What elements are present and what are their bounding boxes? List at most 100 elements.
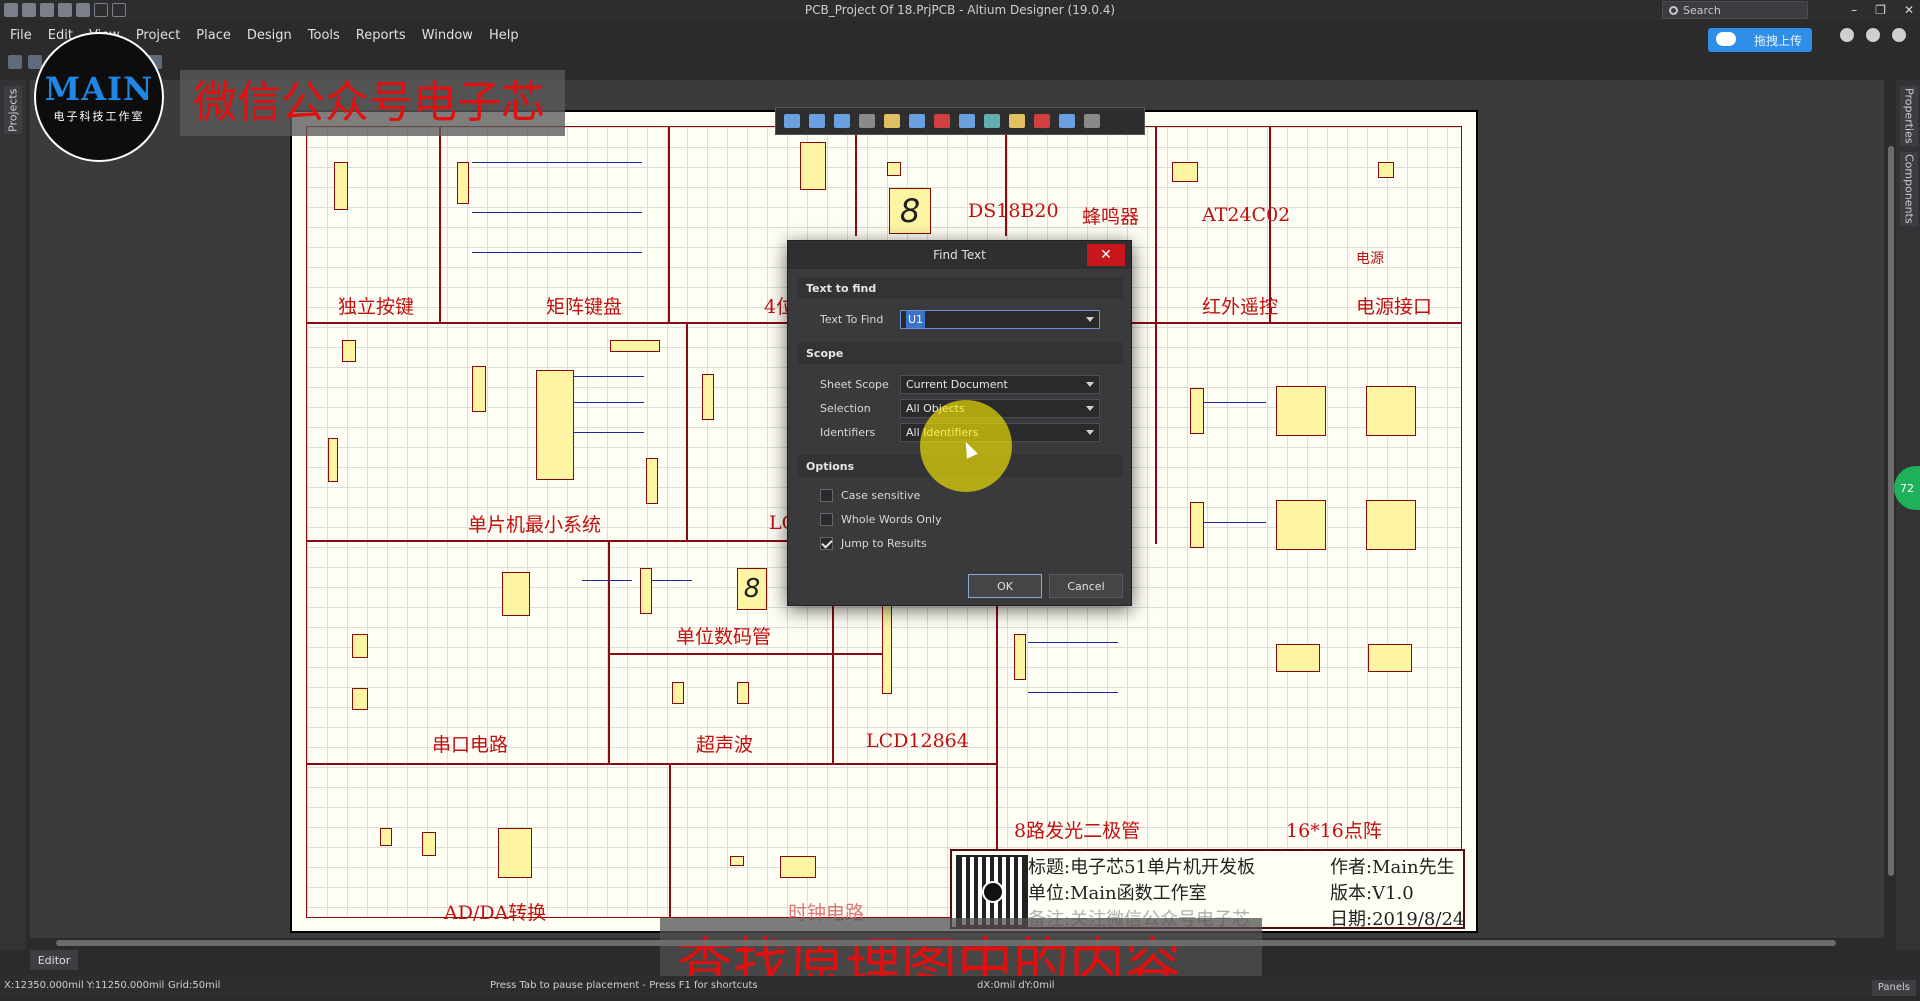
- undo-icon[interactable]: [94, 3, 108, 17]
- close-button[interactable]: ✕: [1087, 244, 1125, 266]
- chip[interactable]: [457, 162, 469, 204]
- chip[interactable]: [800, 142, 826, 190]
- chip[interactable]: [882, 602, 892, 694]
- chevron-down-icon[interactable]: [1086, 317, 1094, 322]
- wire-icon[interactable]: [909, 114, 925, 128]
- notification-icon[interactable]: [1866, 28, 1880, 42]
- checkbox-box[interactable]: [820, 489, 833, 502]
- open-icon[interactable]: [58, 3, 72, 17]
- chevron-down-icon[interactable]: [1086, 382, 1094, 387]
- menu-reports[interactable]: Reports: [356, 28, 406, 43]
- menu-tools[interactable]: Tools: [308, 28, 340, 43]
- chip[interactable]: [334, 162, 348, 210]
- chip[interactable]: [1276, 644, 1320, 672]
- chip[interactable]: [1014, 634, 1026, 680]
- checkbox-box[interactable]: [820, 537, 833, 550]
- editor-tab[interactable]: Editor: [30, 950, 78, 970]
- chip[interactable]: [730, 856, 744, 866]
- properties-panel-tab[interactable]: Properties: [1900, 86, 1918, 146]
- text-icon[interactable]: [1059, 114, 1075, 128]
- matrix-chip[interactable]: [1366, 386, 1416, 436]
- redo-icon[interactable]: [112, 3, 126, 17]
- chip[interactable]: [1378, 162, 1394, 178]
- sheet-scope-value: Current Document: [906, 378, 1008, 391]
- case-sensitive-checkbox[interactable]: Case sensitive: [820, 489, 920, 502]
- scrollbar-thumb[interactable]: [56, 940, 1836, 946]
- menu-file[interactable]: File: [10, 28, 32, 43]
- ok-button[interactable]: OK: [968, 574, 1042, 598]
- move-icon[interactable]: [809, 114, 825, 128]
- vertical-scrollbar[interactable]: [1886, 106, 1896, 926]
- minimize-icon[interactable]: –: [1851, 3, 1857, 17]
- menu-help[interactable]: Help: [489, 28, 519, 43]
- cancel-button[interactable]: Cancel: [1049, 574, 1123, 598]
- cloud-upload-button[interactable]: 拖拽上传: [1708, 28, 1812, 52]
- chip[interactable]: [1172, 162, 1198, 182]
- chip[interactable]: [502, 572, 530, 616]
- arc-icon[interactable]: [1084, 114, 1100, 128]
- single-digit-segment-display[interactable]: 8: [737, 568, 767, 610]
- dialog-title-bar[interactable]: Find Text ✕: [788, 241, 1131, 269]
- horizontal-scrollbar[interactable]: [36, 938, 1866, 948]
- matrix-chip[interactable]: [1366, 500, 1416, 550]
- components-panel-tab[interactable]: Components: [1900, 152, 1918, 226]
- open-project-icon[interactable]: [76, 3, 90, 17]
- chip[interactable]: [702, 374, 714, 420]
- close-icon[interactable]: ✕: [1904, 3, 1914, 17]
- menu-design[interactable]: Design: [247, 28, 292, 43]
- chip[interactable]: [887, 162, 901, 176]
- chip[interactable]: [498, 828, 532, 878]
- chip[interactable]: [352, 634, 368, 658]
- scrollbar-thumb[interactable]: [1888, 146, 1894, 876]
- directive-icon[interactable]: [1034, 114, 1050, 128]
- matrix-chip[interactable]: [1276, 500, 1326, 550]
- mcu-chip[interactable]: [536, 370, 574, 480]
- chip[interactable]: [352, 688, 368, 710]
- menu-window[interactable]: Window: [422, 28, 473, 43]
- chevron-down-icon[interactable]: [1086, 430, 1094, 435]
- checkbox-box[interactable]: [820, 513, 833, 526]
- chip[interactable]: [780, 856, 816, 878]
- chip[interactable]: [342, 340, 356, 362]
- block-label: LCD12864: [866, 730, 969, 752]
- chip[interactable]: [1190, 388, 1204, 434]
- restore-icon[interactable]: ❐: [1875, 3, 1886, 17]
- chip[interactable]: [328, 438, 338, 482]
- harness-icon[interactable]: [984, 114, 1000, 128]
- chip[interactable]: [737, 682, 749, 704]
- place-part-icon[interactable]: [884, 114, 900, 128]
- four-digit-segment-display[interactable]: 8: [889, 188, 931, 234]
- chevron-down-icon[interactable]: [1086, 406, 1094, 411]
- sheet-symbol-icon[interactable]: [1009, 114, 1025, 128]
- wire-tool-icon[interactable]: [8, 55, 22, 69]
- menu-place[interactable]: Place: [196, 28, 231, 43]
- matrix-chip[interactable]: [1276, 386, 1326, 436]
- power-icon[interactable]: [934, 114, 950, 128]
- jump-to-results-checkbox[interactable]: Jump to Results: [820, 537, 927, 550]
- user-icon[interactable]: [1892, 28, 1906, 42]
- search-input[interactable]: Search: [1662, 1, 1808, 19]
- filter-icon[interactable]: [784, 114, 800, 128]
- chip[interactable]: [1190, 502, 1204, 548]
- projects-panel-tab[interactable]: Projects: [4, 86, 22, 134]
- menu-project[interactable]: Project: [136, 28, 180, 43]
- save-icon[interactable]: [22, 3, 36, 17]
- save-all-icon[interactable]: [40, 3, 54, 17]
- chip[interactable]: [610, 340, 660, 352]
- bus-icon[interactable]: [959, 114, 975, 128]
- chip[interactable]: [1368, 644, 1412, 672]
- chip[interactable]: [646, 458, 658, 504]
- whole-words-checkbox[interactable]: Whole Words Only: [820, 513, 942, 526]
- chip[interactable]: [422, 832, 436, 856]
- chip[interactable]: [380, 828, 392, 846]
- text-to-find-combo[interactable]: U1: [900, 310, 1100, 329]
- chip[interactable]: [640, 568, 652, 614]
- chip[interactable]: [472, 366, 486, 412]
- sheet-scope-select[interactable]: Current Document: [900, 375, 1100, 394]
- chip[interactable]: [672, 682, 684, 704]
- panels-button[interactable]: Panels: [1871, 980, 1916, 996]
- select-icon[interactable]: [834, 114, 850, 128]
- align-icon[interactable]: [859, 114, 875, 128]
- settings-icon[interactable]: [1840, 28, 1854, 42]
- app-icon[interactable]: [4, 3, 18, 17]
